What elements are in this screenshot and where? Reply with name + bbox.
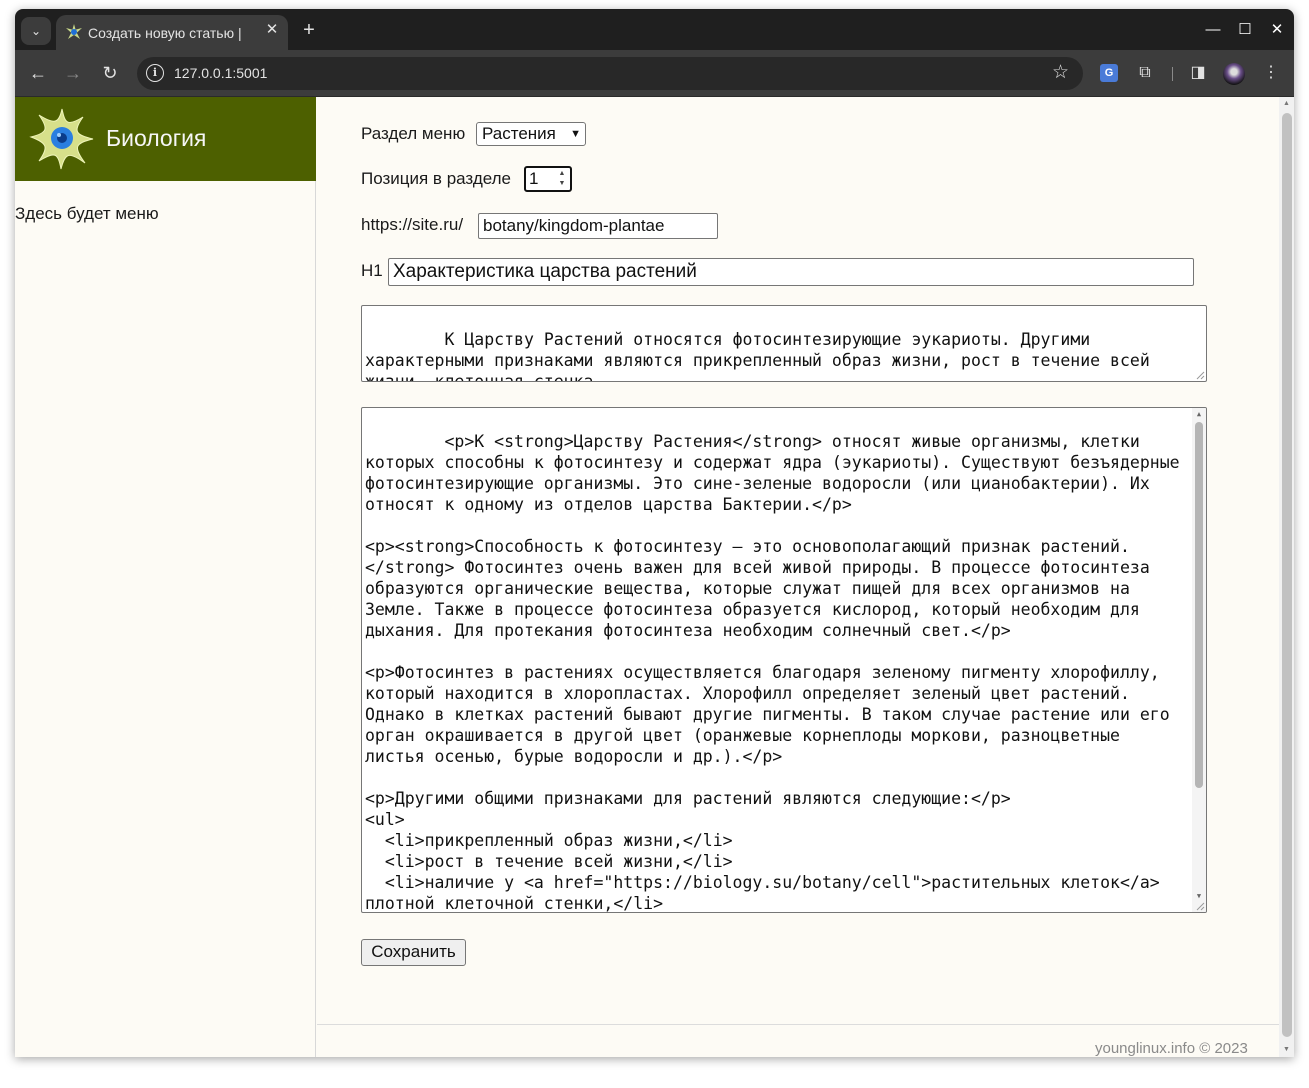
description-text: К Царству Растений относятся фотосинтези… xyxy=(365,330,1160,382)
site-info-icon[interactable]: i xyxy=(146,64,164,82)
footer-copyright: younglinux.info © 2023 xyxy=(1095,1040,1248,1057)
browser-window: ⌄ Создать новую статью | ✕ + — ☐ ✕ ← → ↻… xyxy=(15,9,1294,1057)
site-header: Биология xyxy=(15,97,316,181)
back-icon[interactable]: ← xyxy=(25,60,51,86)
maximize-icon[interactable]: ☐ xyxy=(1233,19,1257,41)
new-tab-button[interactable]: + xyxy=(297,17,321,43)
stepper-arrows-icon[interactable]: ▲ ▼ xyxy=(557,169,567,189)
h1-label: H1 xyxy=(361,261,383,280)
bookmark-star-icon[interactable]: ☆ xyxy=(1052,62,1069,84)
reload-icon[interactable]: ↻ xyxy=(97,60,123,86)
site-title[interactable]: Биология xyxy=(106,123,206,153)
close-window-icon[interactable]: ✕ xyxy=(1265,19,1289,41)
position-stepper[interactable]: 1 ▲ ▼ xyxy=(524,166,572,192)
toolbar-divider xyxy=(1172,67,1173,81)
tab-active[interactable]: Создать новую статью | ✕ xyxy=(56,15,288,50)
content-textarea[interactable]: <p>К <strong>Царству Растения</strong> о… xyxy=(361,407,1207,913)
forward-icon[interactable]: → xyxy=(60,60,86,86)
tab-close-icon[interactable]: ✕ xyxy=(263,20,281,40)
chevron-down-icon: ▼ xyxy=(570,128,581,140)
url-text[interactable]: 127.0.0.1:5001 xyxy=(174,65,267,82)
resize-handle-icon[interactable] xyxy=(1195,370,1205,380)
browser-toolbar: ← → ↻ i 127.0.0.1:5001 ☆ G ⧉ ◨ ⋮ xyxy=(15,50,1294,97)
description-textarea[interactable]: К Царству Растений относятся фотосинтези… xyxy=(361,305,1207,382)
tab-search-button[interactable]: ⌄ xyxy=(21,17,51,45)
footer-divider xyxy=(317,1024,1279,1025)
resize-handle-icon[interactable] xyxy=(1195,901,1205,911)
address-bar[interactable]: i 127.0.0.1:5001 ☆ xyxy=(137,57,1083,90)
save-button[interactable]: Сохранить xyxy=(361,939,466,966)
section-select-value: Растения xyxy=(482,124,556,143)
browser-menu-icon[interactable]: ⋮ xyxy=(1259,61,1283,85)
h1-input[interactable]: Характеристика царства растений xyxy=(388,258,1194,286)
page-scroll-thumb[interactable] xyxy=(1282,113,1292,1037)
page-scroll-up-icon[interactable]: ▲ xyxy=(1279,97,1294,111)
extensions-icon[interactable]: ⧉ xyxy=(1133,61,1157,85)
content-scroll-thumb[interactable] xyxy=(1195,422,1203,788)
page-viewport: Биология Здесь будет меню Раздел меню Ра… xyxy=(15,97,1294,1057)
cell-logo-icon[interactable] xyxy=(27,103,97,173)
menu-placeholder-text: Здесь будет меню xyxy=(15,204,159,223)
minimize-icon[interactable]: — xyxy=(1201,19,1225,41)
page-scroll-down-icon[interactable]: ▼ xyxy=(1279,1043,1294,1057)
side-panel-icon[interactable]: ◨ xyxy=(1186,61,1210,85)
position-label: Позиция в разделе xyxy=(361,169,512,188)
slug-input[interactable]: botany/kingdom-plantae xyxy=(478,213,718,239)
translate-icon[interactable]: G xyxy=(1100,64,1118,82)
sidebar: Биология Здесь будет меню xyxy=(15,97,316,1057)
tab-strip: ⌄ Создать новую статью | ✕ + — ☐ ✕ xyxy=(15,9,1294,50)
page-scrollbar[interactable]: ▲ ▼ xyxy=(1279,97,1294,1057)
profile-avatar[interactable] xyxy=(1223,63,1245,85)
tab-title: Создать новую статью | xyxy=(88,25,242,41)
position-value: 1 xyxy=(529,169,539,188)
scroll-up-icon[interactable]: ▲ xyxy=(1192,408,1206,420)
content-scrollbar[interactable]: ▲ ▼ xyxy=(1192,408,1206,912)
section-label: Раздел меню xyxy=(361,124,466,143)
url-prefix-label: https://site.ru/ xyxy=(361,215,464,234)
section-select[interactable]: Растения ▼ xyxy=(476,122,586,146)
content-text: <p>К <strong>Царству Растения</strong> о… xyxy=(365,432,1180,913)
site-favicon-icon xyxy=(66,24,82,39)
